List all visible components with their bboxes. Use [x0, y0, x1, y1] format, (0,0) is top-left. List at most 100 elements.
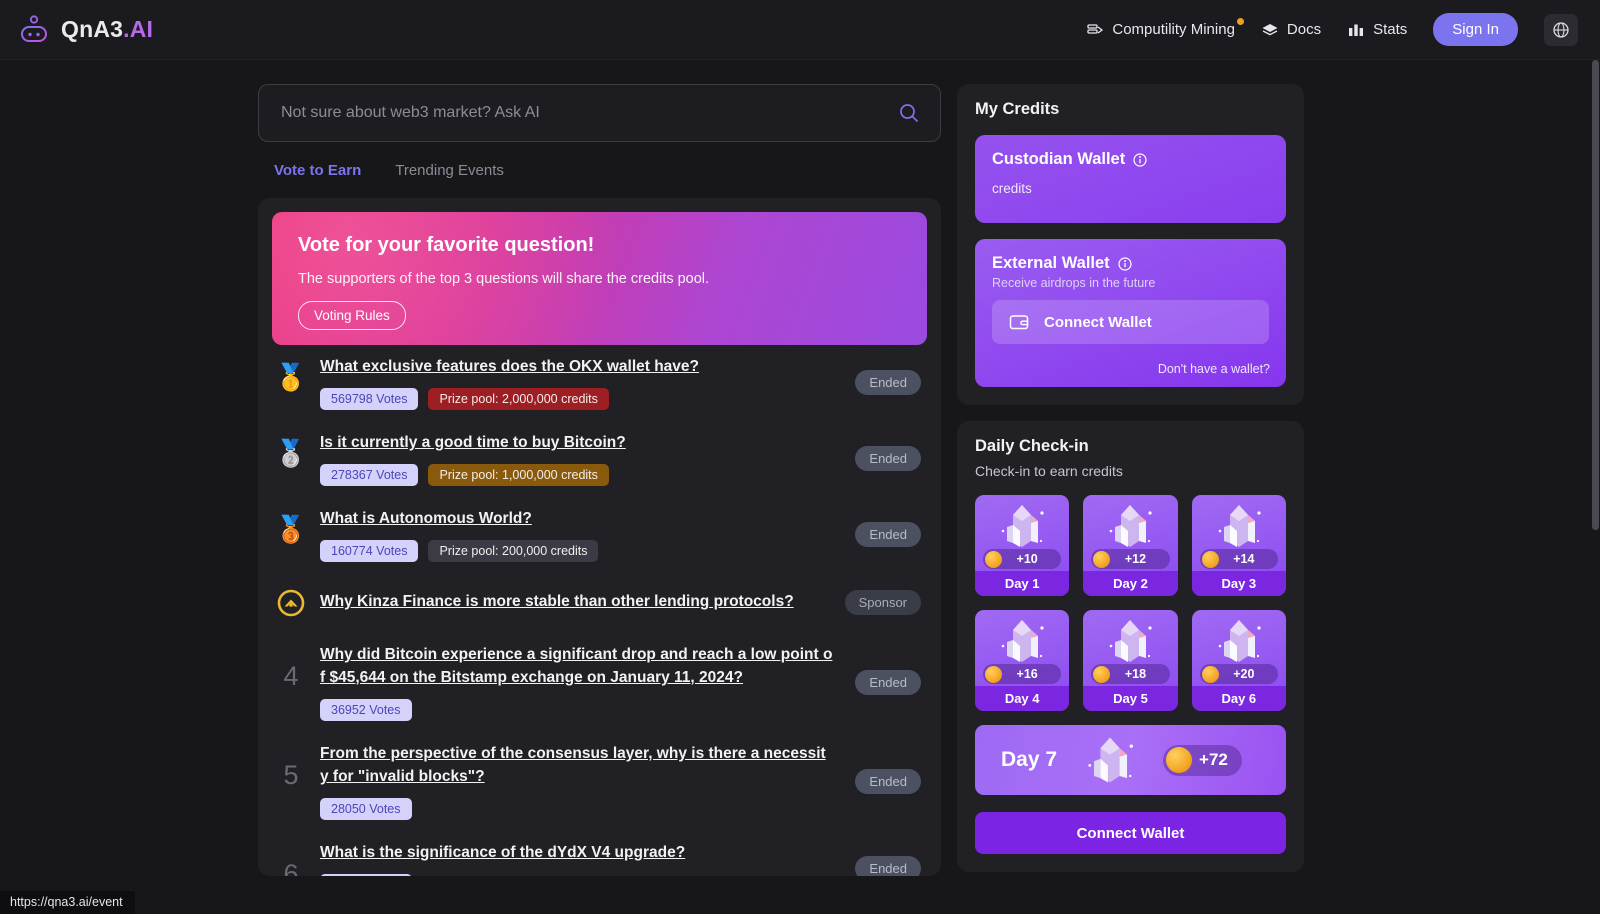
question-title[interactable]: Why Kinza Finance is more stable than ot… [320, 593, 794, 610]
question-title[interactable]: Is it currently a good time to buy Bitco… [320, 434, 626, 451]
checkin-day-card[interactable]: +18 Day 5 [1083, 610, 1178, 711]
day-reward-pill: +14 [1199, 549, 1278, 569]
no-wallet-help-link[interactable]: Don't have a wallet? [1158, 362, 1270, 376]
info-icon[interactable] [1118, 256, 1132, 271]
question-body: Why Kinza Finance is more stable than ot… [320, 591, 823, 614]
question-row[interactable]: 🥇 What exclusive features does the OKX w… [272, 345, 927, 421]
custodian-wallet-card[interactable]: Custodian Wallet credits [975, 135, 1286, 223]
question-body: Why did Bitcoin experience a significant… [320, 644, 833, 721]
scrollbar-thumb[interactable] [1592, 60, 1599, 530]
silver-medal-icon: 🥈 [274, 437, 308, 468]
day-label: Day 3 [1191, 571, 1286, 596]
crystal-gem-icon [1218, 620, 1261, 662]
banner-title: Vote for your favorite question! [298, 234, 595, 256]
coin-icon [985, 665, 1002, 683]
top-header: QnA3.AI Computility Mining Docs Stats Si… [0, 0, 1600, 60]
connect-wallet-inline-button[interactable]: Connect Wallet [992, 300, 1269, 344]
brand-name: QnA3 [61, 16, 124, 42]
checkin-day-card[interactable]: +16 Day 4 [975, 610, 1070, 711]
tab-vote-to-earn[interactable]: Vote to Earn [274, 162, 361, 179]
checkin-day-card[interactable]: +10 Day 1 [975, 495, 1070, 596]
sign-in-button[interactable]: Sign In [1433, 13, 1518, 46]
docs-icon [1262, 23, 1278, 35]
prize-pool-badge: Prize pool: 200,000 credits [428, 539, 599, 562]
rank-number: 4 [283, 660, 299, 691]
nav-stats[interactable]: Stats [1347, 21, 1407, 39]
bronze-medal-icon: 🥉 [274, 513, 308, 544]
checkin-title: Daily Check-in [975, 437, 1089, 455]
search-icon[interactable] [898, 102, 920, 124]
external-wallet-title: External Wallet [992, 254, 1110, 272]
question-badges: 160774 Votes Prize pool: 200,000 credits [320, 539, 833, 562]
connect-wallet-label: Connect Wallet [1044, 313, 1152, 331]
day-reward-pill: +18 [1091, 664, 1170, 684]
question-title[interactable]: What is the significance of the dYdX V4 … [320, 844, 685, 861]
question-title[interactable]: Why did Bitcoin experience a significant… [320, 646, 832, 686]
status-badge: Ended [855, 446, 921, 472]
language-switch-button[interactable] [1544, 13, 1578, 46]
day-label: Day 1 [975, 571, 1070, 596]
checkin-day7-card[interactable]: Day 7 +72 [975, 725, 1286, 795]
info-icon[interactable] [1133, 152, 1147, 167]
votes-badge: 160774 Votes [320, 539, 419, 562]
nav-label: Stats [1373, 21, 1408, 38]
question-title[interactable]: From the perspective of the consensus la… [320, 745, 826, 785]
day-reward-amount: +10 [1016, 552, 1038, 566]
nav-computility-mining[interactable]: Computility Mining [1086, 17, 1244, 39]
globe-icon [1553, 21, 1569, 38]
question-badges: 569798 Votes Prize pool: 2,000,000 credi… [320, 387, 833, 410]
day7-label: Day 7 [1001, 748, 1058, 771]
question-title[interactable]: What is Autonomous World? [320, 510, 532, 527]
voting-rules-button[interactable]: Voting Rules [298, 301, 406, 330]
crystal-gem-icon [1110, 620, 1153, 662]
question-row[interactable]: 🥉 What is Autonomous World? 160774 Votes… [272, 497, 927, 573]
question-row[interactable]: 6 What is the significance of the dYdX V… [272, 831, 927, 876]
votes-badge: 569798 Votes [320, 387, 419, 410]
connect-wallet-button[interactable]: Connect Wallet [975, 812, 1286, 854]
panel-title: My Credits [975, 100, 1060, 118]
day-reward-pill: +12 [1091, 549, 1170, 569]
wallet-icon [1009, 315, 1029, 330]
question-badges: 278367 Votes Prize pool: 1,000,000 credi… [320, 463, 833, 486]
page-scrollbar[interactable] [1591, 60, 1600, 914]
day7-reward-amount: +72 [1199, 750, 1228, 769]
coin-icon [1093, 665, 1111, 683]
question-row[interactable]: 🥈 Is it currently a good time to buy Bit… [272, 421, 927, 497]
day-artwork [975, 495, 1069, 553]
nav-docs[interactable]: Docs [1261, 21, 1321, 39]
question-body: What is Autonomous World? 160774 Votes P… [320, 508, 833, 562]
question-badges: 28050 Votes [320, 797, 833, 820]
day-reward-pill: +10 [983, 549, 1062, 569]
nav-label: Docs [1286, 21, 1322, 38]
checkin-day-grid: +10 Day 1 +12 Day 2 +14 Day 3 +16 Day 4 … [975, 495, 1286, 711]
crystal-gem-icon [1218, 505, 1261, 547]
gold-medal-icon: 🥇 [274, 362, 308, 392]
question-list-card: Vote for your favorite question! The sup… [258, 198, 941, 876]
kinza-finance-logo-icon [274, 589, 308, 617]
sponsor-question-row[interactable]: Why Kinza Finance is more stable than ot… [272, 573, 927, 633]
checkin-day-card[interactable]: +14 Day 3 [1191, 495, 1286, 596]
brand-logo-group[interactable]: QnA3.AI [18, 14, 153, 46]
content-tabs: Vote to Earn Trending Events [274, 162, 941, 179]
question-title[interactable]: What exclusive features does the OKX wal… [320, 358, 699, 375]
rank-number: 5 [283, 759, 299, 790]
search-bar[interactable] [258, 84, 941, 142]
search-input[interactable] [281, 104, 869, 122]
checkin-subtitle: Check-in to earn credits [975, 463, 1123, 479]
vote-banner: Vote for your favorite question! The sup… [272, 212, 927, 345]
question-row[interactable]: 5 From the perspective of the consensus … [272, 732, 927, 831]
header-nav: Computility Mining Docs Stats Sign In [1086, 13, 1578, 46]
question-badges: 21283 Votes [320, 873, 833, 876]
day-reward-amount: +12 [1124, 552, 1147, 566]
checkin-day-card[interactable]: +12 Day 2 [1083, 495, 1178, 596]
checkin-day-card[interactable]: +20 Day 6 [1191, 610, 1286, 711]
new-badge-dot [1236, 17, 1244, 25]
prize-pool-badge: Prize pool: 1,000,000 credits [428, 463, 609, 486]
tab-trending-events[interactable]: Trending Events [395, 162, 504, 179]
rank-number: 6 [283, 858, 299, 876]
day-label: Day 2 [1083, 571, 1178, 596]
question-row[interactable]: 4 Why did Bitcoin experience a significa… [272, 633, 927, 732]
status-bar-url: https://qna3.ai/event [0, 891, 135, 914]
day-artwork [1083, 495, 1177, 553]
day-reward-amount: +14 [1233, 552, 1255, 566]
